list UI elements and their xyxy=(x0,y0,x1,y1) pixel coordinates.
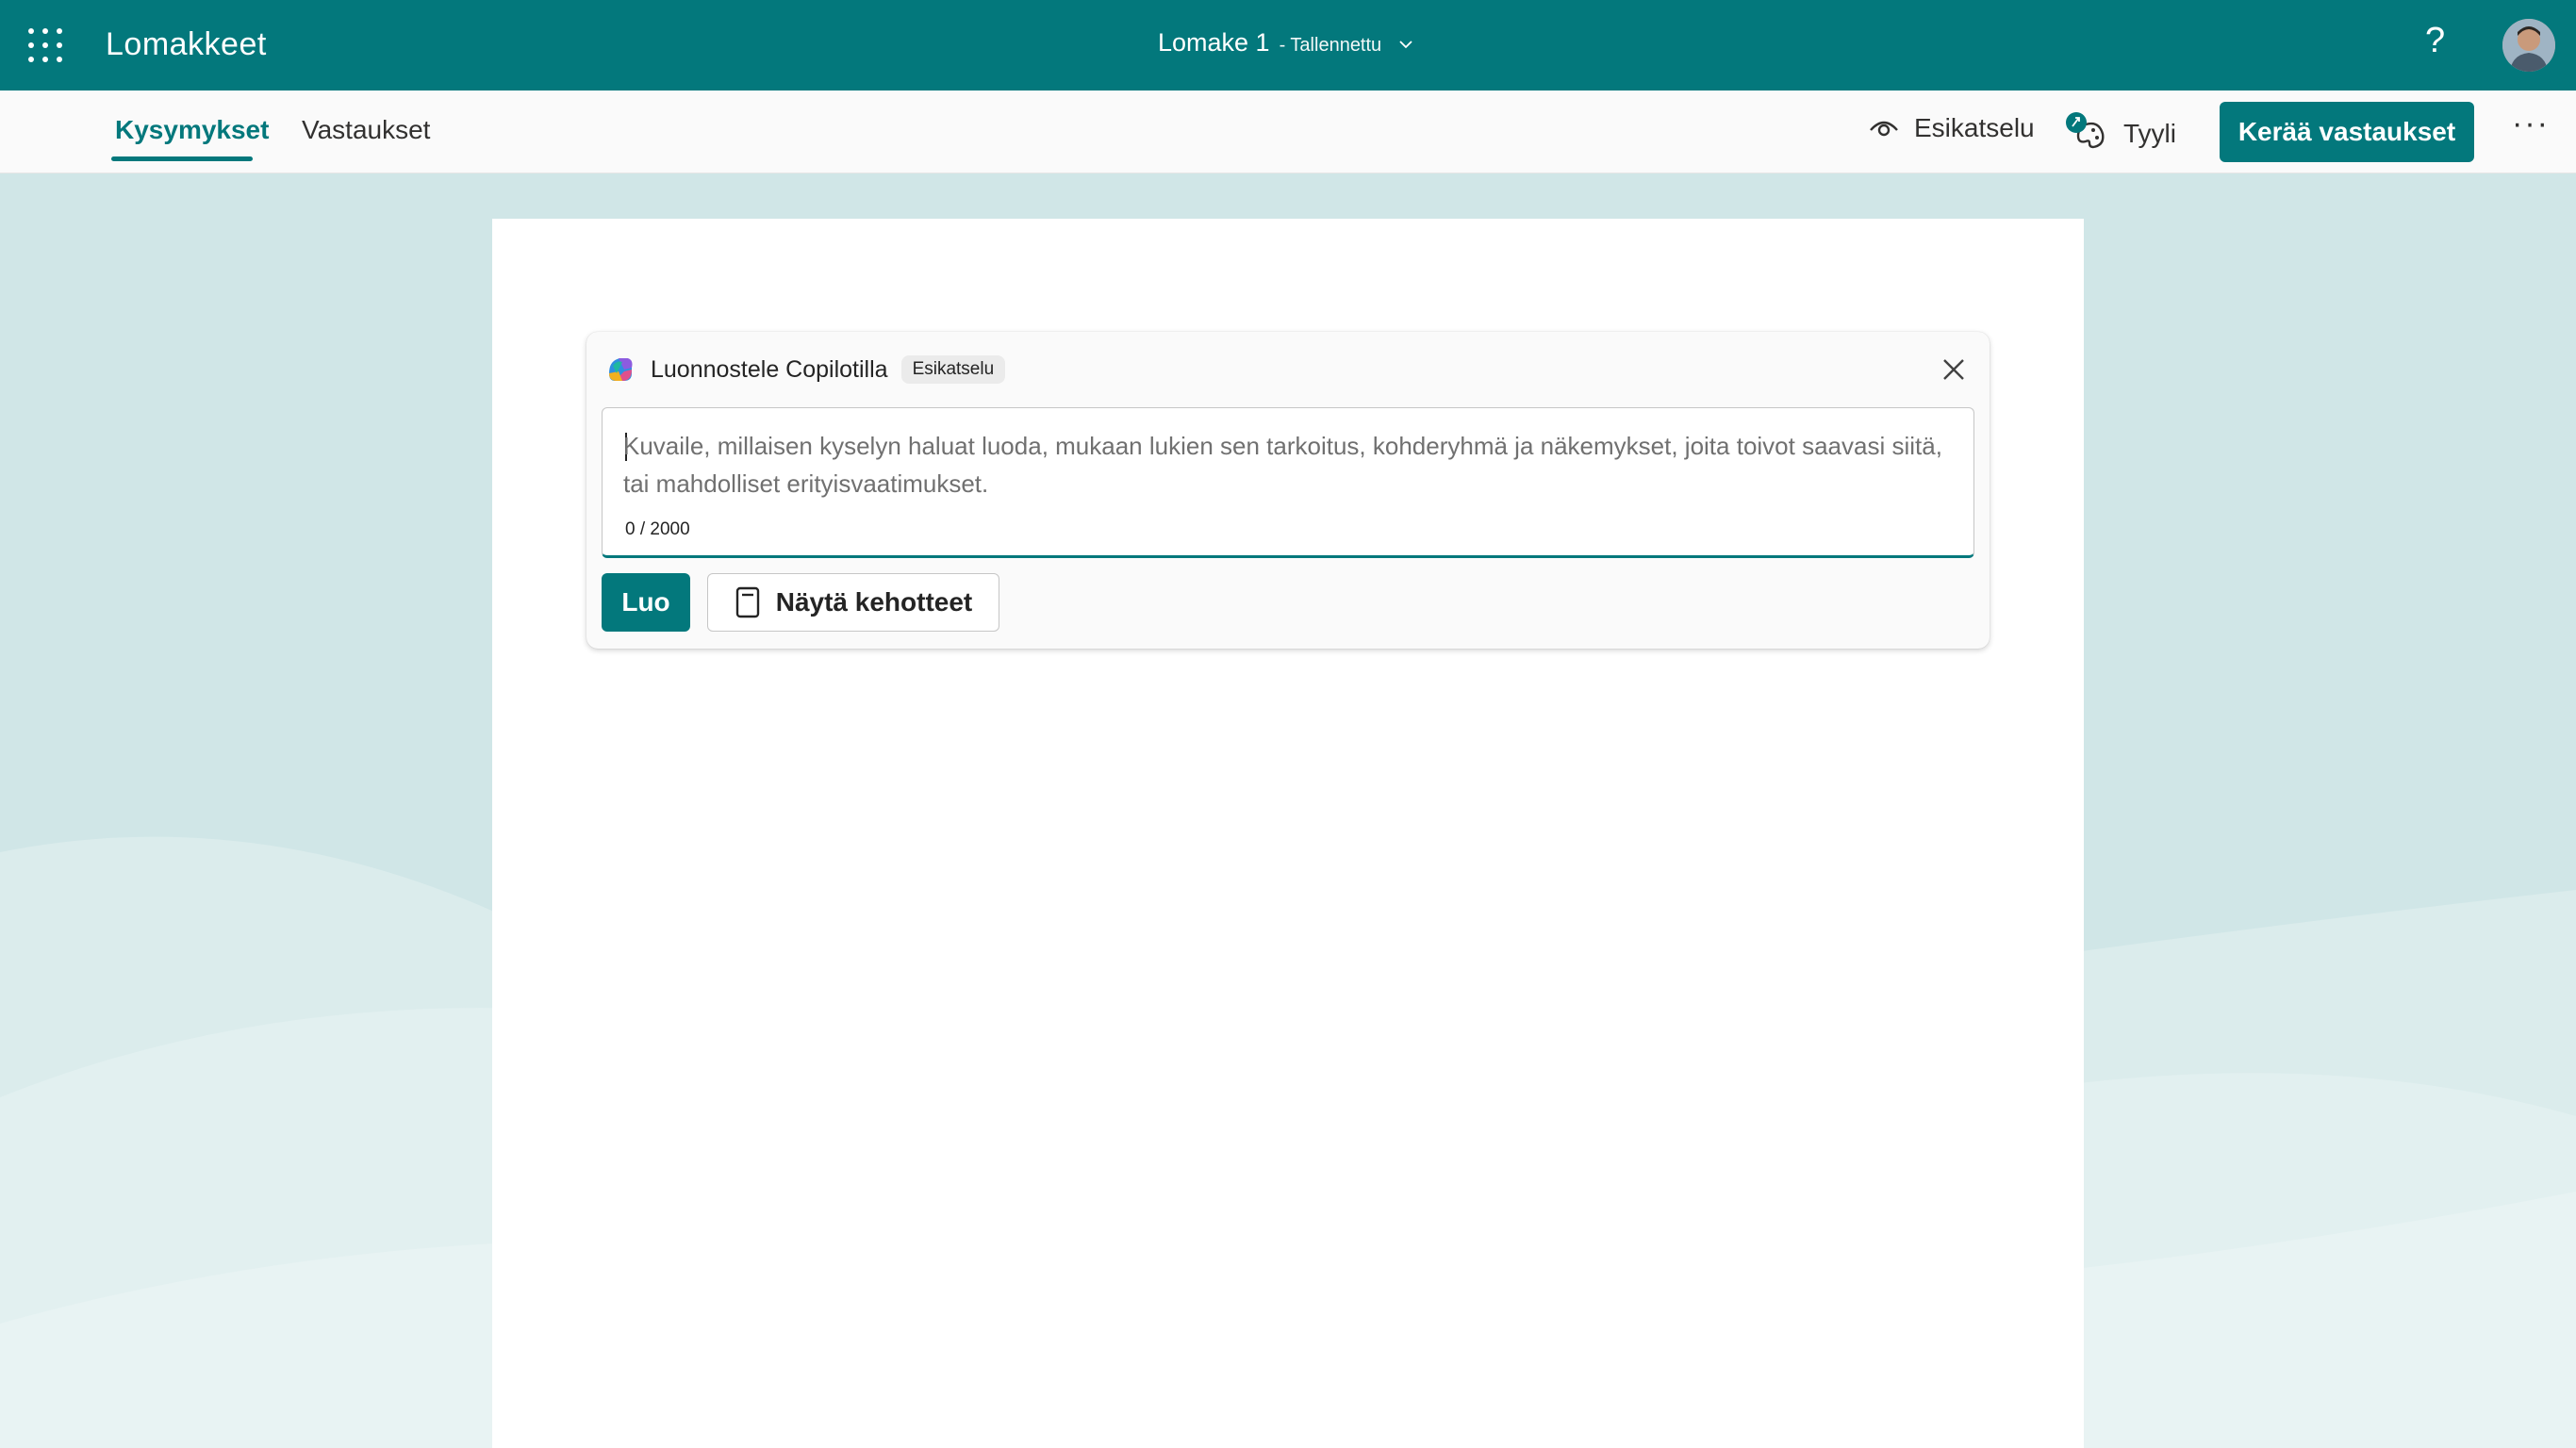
app-header-bar: Lomakkeet Lomake 1 - Tallennettu ? xyxy=(0,0,2576,90)
preview-badge: Esikatselu xyxy=(900,355,1006,384)
command-bar: Kysymykset Vastaukset Esikatselu Tyyli K… xyxy=(0,90,2576,173)
style-label: Tyyli xyxy=(2123,119,2176,148)
chevron-down-icon xyxy=(1399,41,1412,49)
collect-responses-button[interactable]: Kerää vastaukset xyxy=(2220,102,2474,162)
app-launcher-icon[interactable] xyxy=(28,28,62,62)
preview-button[interactable]: Esikatselu xyxy=(1867,111,2035,145)
prompt-placeholder: Kuvaile, millaisen kyselyn haluat luoda,… xyxy=(623,432,1942,498)
character-count: 0 / 2000 xyxy=(625,519,690,539)
help-icon[interactable]: ? xyxy=(2425,21,2445,61)
copilot-card-title: Luonnostele Copilotilla xyxy=(651,355,888,383)
palette-icon xyxy=(2066,112,2105,149)
app-name[interactable]: Lomakkeet xyxy=(106,26,267,63)
show-prompts-button[interactable]: Näytä kehotteet xyxy=(707,573,999,632)
copilot-logo-icon xyxy=(609,358,633,381)
active-tab-indicator xyxy=(111,156,253,161)
tab-responses[interactable]: Vastaukset xyxy=(302,115,430,145)
show-prompts-label: Näytä kehotteet xyxy=(775,587,973,617)
form-name: Lomake 1 xyxy=(1158,28,1270,57)
user-avatar[interactable] xyxy=(2502,19,2555,72)
create-button[interactable]: Luo xyxy=(602,573,690,632)
copilot-draft-card: Luonnostele Copilotilla Esikatselu Kuvai… xyxy=(586,332,1990,649)
copilot-prompt-input[interactable]: Kuvaile, millaisen kyselyn haluat luoda,… xyxy=(602,407,1974,558)
tab-questions[interactable]: Kysymykset xyxy=(115,115,269,145)
eye-icon xyxy=(1870,121,1898,137)
preview-label: Esikatselu xyxy=(1914,113,2035,142)
copilot-card-header: Luonnostele Copilotilla Esikatselu xyxy=(603,351,1006,388)
form-title-dropdown[interactable]: Lomake 1 - Tallennettu xyxy=(1158,28,1415,58)
more-icon[interactable]: ··· xyxy=(2512,106,2550,142)
notebook-icon xyxy=(735,586,759,618)
style-button[interactable]: Tyyli xyxy=(2065,111,2176,156)
save-status: - Tallennettu xyxy=(1279,35,1382,56)
close-icon[interactable] xyxy=(1939,354,1969,385)
